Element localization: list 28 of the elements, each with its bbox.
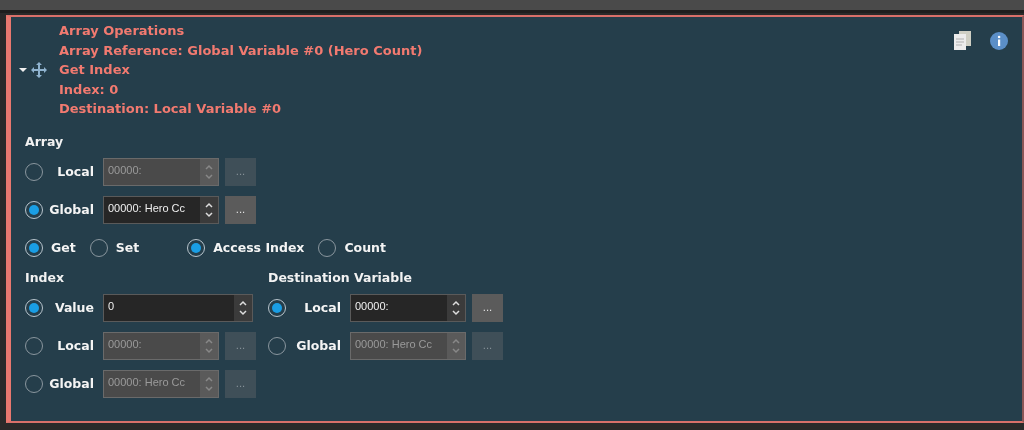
info-icon[interactable] xyxy=(990,31,1008,50)
option-label: Get xyxy=(51,240,76,255)
option-label: Set xyxy=(115,240,140,255)
variable-field[interactable]: 00000: xyxy=(350,293,466,322)
option-label: Local xyxy=(303,300,342,315)
command-text: Array Reference: Global Variable #0 (Hero Count) xyxy=(59,42,423,58)
section-heading: Index xyxy=(25,269,66,287)
documents-icon[interactable] xyxy=(954,31,972,50)
collapse-triangle-icon[interactable] xyxy=(19,65,27,74)
option-label: Value xyxy=(53,300,95,315)
section-heading: Array xyxy=(25,133,65,151)
command-text: Index: 0 xyxy=(59,81,119,97)
command-text: Destination: Local Variable #0 xyxy=(59,101,282,117)
browse-button[interactable]: ... xyxy=(225,195,256,224)
move-icon[interactable] xyxy=(31,61,47,78)
option-label: Local xyxy=(56,338,95,353)
command-text: Get Index xyxy=(59,62,130,78)
option-label: Global xyxy=(48,376,95,391)
variable-field[interactable]: 00000: Hero Cc xyxy=(103,195,219,224)
option-label: Global xyxy=(48,202,95,217)
option-label: Global xyxy=(295,338,342,353)
command-text: Array Operations xyxy=(59,23,185,39)
option-label: Count xyxy=(344,240,386,255)
browse-button[interactable]: ... xyxy=(472,293,503,322)
option-label: Local xyxy=(56,164,95,179)
section-heading: Destination Variable xyxy=(268,269,413,287)
number-field[interactable]: 0 xyxy=(103,293,253,322)
option-label: Access Index xyxy=(213,240,305,255)
